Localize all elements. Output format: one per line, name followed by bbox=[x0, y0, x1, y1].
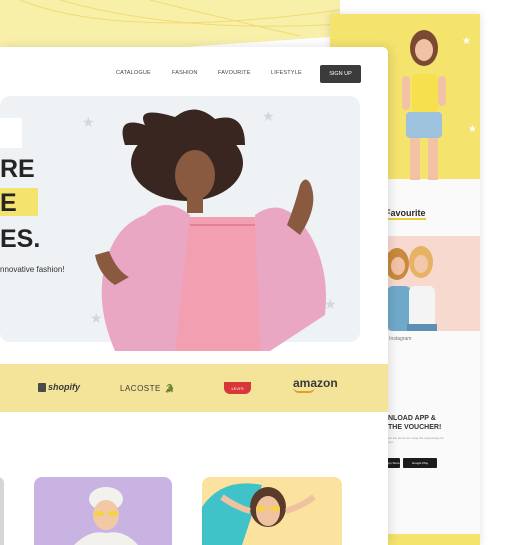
model-beanie-photo bbox=[74, 487, 138, 545]
hero-model-photo bbox=[95, 109, 326, 351]
star-decoration-icon: ★ bbox=[462, 36, 471, 47]
app-store-button[interactable]: App Store bbox=[386, 458, 400, 468]
amazon-logo: amazon bbox=[293, 376, 338, 393]
signup-button[interactable]: SIGN UP bbox=[320, 65, 361, 83]
nav-item-fashion[interactable]: FASHION bbox=[172, 70, 198, 76]
levis-logo: LEVI'S bbox=[224, 382, 251, 394]
product-card[interactable] bbox=[0, 477, 4, 545]
levis-wordmark: LEVI'S bbox=[231, 385, 244, 391]
star-decoration-icon: ★ bbox=[82, 114, 95, 130]
hero-subtitle: nnovative fashion! bbox=[0, 265, 65, 274]
top-navigation: CATALOGUE FASHION FAVOURITE LIFESTYLE SI… bbox=[0, 65, 388, 85]
star-decoration-icon: ★ bbox=[468, 124, 477, 135]
download-app-heading: NLOAD APP & THE VOUCHER! bbox=[388, 414, 441, 432]
amazon-smile-icon bbox=[293, 387, 315, 393]
shopify-logo: shopify bbox=[38, 382, 80, 392]
nav-item-favourite[interactable]: FAVOURITE bbox=[218, 70, 251, 76]
download-subtext: ion the stores for using the special app… bbox=[388, 436, 444, 444]
product-card[interactable] bbox=[34, 477, 172, 545]
front-page-preview: CATALOGUE FASHION FAVOURITE LIFESTYLE SI… bbox=[0, 47, 388, 545]
model-photo bbox=[402, 30, 446, 180]
google-play-button[interactable]: Google Play bbox=[403, 458, 437, 468]
download-heading-line: THE VOUCHER! bbox=[388, 424, 442, 431]
download-heading-line: NLOAD APP & bbox=[388, 415, 436, 422]
crocodile-icon: 🐊 bbox=[164, 384, 176, 393]
instagram-caption: n Instagram bbox=[385, 336, 412, 342]
hero-white-block bbox=[0, 118, 22, 148]
shopify-wordmark: shopify bbox=[48, 382, 81, 392]
nav-item-catalogue[interactable]: CATALOGUE bbox=[116, 70, 151, 76]
shopping-bag-icon bbox=[38, 382, 46, 392]
product-card[interactable] bbox=[202, 477, 342, 545]
nav-item-lifestyle[interactable]: LIFESTYLE bbox=[271, 70, 302, 76]
lacoste-wordmark: LACOSTE bbox=[120, 384, 161, 393]
hero-headline-line: E bbox=[0, 189, 17, 217]
lacoste-logo: LACOSTE 🐊 bbox=[120, 384, 175, 393]
favourite-heading: Favourite bbox=[385, 208, 426, 220]
hero-headline-line: ES. bbox=[0, 225, 41, 253]
hero-headline-line: RE bbox=[0, 155, 35, 183]
model-pool-photo bbox=[202, 483, 316, 545]
friends-photo bbox=[385, 236, 480, 331]
brand-logos-strip: shopify LACOSTE 🐊 LEVI'S amazon bbox=[0, 364, 388, 412]
